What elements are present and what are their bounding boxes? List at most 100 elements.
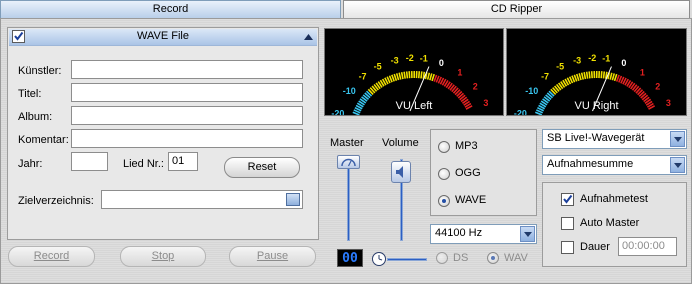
pause-button[interactable]: Pause: [229, 246, 316, 267]
tab-record[interactable]: Record: [0, 0, 341, 18]
track-input[interactable]: 01: [168, 152, 198, 171]
vu-scale-label: -2: [406, 53, 414, 63]
duration-checkbox[interactable]: [561, 241, 574, 254]
vu-scale-tick: [613, 73, 618, 82]
vu-meter-right: -20 -10 -7 -5 -3 -2 -1 0 1 2 3 VU Right: [506, 28, 687, 116]
clock-icon: [378, 255, 383, 261]
vu-scale-tick: [611, 73, 616, 81]
vu-scale-label: -1: [602, 54, 610, 64]
wave-file-panel: WAVE File Künstler: Titel: Album: Koment…: [7, 27, 319, 240]
vu-left-label: VU Left: [395, 100, 433, 112]
vu-scale-label: 2: [655, 82, 660, 92]
input-select[interactable]: Aufnahmesumme: [542, 155, 687, 175]
vu-scale-tick: [609, 72, 613, 80]
format-ogg-radio[interactable]: [438, 168, 450, 180]
vu-scale-tick: [585, 71, 589, 79]
vu-scale-tick: [575, 73, 580, 81]
master-slider[interactable]: [337, 155, 361, 245]
comment-label: Komentar:: [18, 134, 69, 146]
duration-input[interactable]: 00:00:00: [618, 237, 677, 256]
input-value: Aufnahmesumme: [547, 158, 634, 170]
format-group: MP3 OGG WAVE: [430, 129, 537, 216]
record-button[interactable]: Record: [8, 246, 95, 267]
format-mp3-label: MP3: [455, 140, 478, 152]
vu-scale-label: -7: [359, 72, 367, 82]
vu-scale-tick: [580, 72, 585, 80]
vu-meter-left: -20 -10 -7 -5 -3 -2 -1 0 1 2 3 VU Left: [324, 28, 504, 116]
artist-input[interactable]: [71, 60, 303, 79]
soundcard-value: SB Live!-Wavegerät: [547, 132, 645, 144]
title-input[interactable]: [71, 83, 303, 102]
vu-scale-tick: [590, 71, 593, 79]
artist-label: Künstler:: [18, 65, 62, 77]
collapse-icon[interactable]: [304, 34, 313, 40]
volume-slider[interactable]: [390, 155, 414, 245]
vu-scale-tick: [426, 72, 431, 80]
album-label: Album:: [18, 111, 53, 123]
vu-scale-label: 0: [621, 58, 626, 68]
vu-scale-tick: [400, 72, 404, 80]
reset-button[interactable]: Reset: [224, 157, 300, 178]
level-display: 00: [337, 249, 363, 267]
vu-scale-label: -2: [588, 53, 596, 63]
vu-scale-label: 1: [640, 67, 645, 77]
vu-scale-label: 1: [457, 67, 462, 77]
recording-test-label: Aufnahmetest: [580, 193, 648, 205]
timer-slider-track[interactable]: [387, 258, 427, 261]
stop-button-label: Stop: [151, 250, 175, 262]
duration-label: Dauer: [580, 241, 610, 253]
sample-rate-select[interactable]: 44100 Hz: [430, 224, 537, 244]
options-group: Aufnahmetest Auto Master Dauer 00:00:00: [542, 182, 687, 267]
chevron-down-icon[interactable]: [670, 131, 685, 147]
browse-folder-icon[interactable]: [286, 193, 300, 206]
vu-right-label: VU Right: [574, 100, 619, 112]
master-label: Master: [330, 137, 364, 149]
vu-scale-tick: [393, 73, 398, 81]
vu-scale-label: -5: [556, 62, 564, 72]
year-label: Jahr:: [18, 158, 43, 170]
vu-scale-tick: [403, 71, 406, 79]
auto-master-checkbox[interactable]: [561, 217, 574, 230]
gauge-icon: [341, 158, 356, 167]
tab-cd-ripper[interactable]: CD Ripper: [343, 0, 690, 18]
pause-button-label: Pause: [256, 250, 289, 262]
comment-input[interactable]: [71, 129, 303, 148]
wave-file-title: WAVE File: [137, 30, 189, 42]
vu-scale-label: 2: [473, 82, 478, 92]
vu-scale-tick: [431, 73, 435, 82]
vu-scale-label: -10: [343, 86, 356, 96]
vu-scale-tick: [578, 73, 582, 81]
soundcard-select[interactable]: SB Live!-Wavegerät: [542, 129, 687, 149]
vu-scale-tick: [420, 71, 423, 79]
master-slider-track: [347, 159, 350, 241]
timer-clock-icon[interactable]: [372, 252, 386, 266]
format-mp3-radio[interactable]: [438, 141, 450, 153]
speaker-icon: [396, 166, 403, 178]
vu-scale-tick: [602, 71, 606, 79]
format-wave-radio[interactable]: [438, 195, 450, 207]
timer-wav-radio[interactable]: [487, 252, 499, 264]
timer-ds-label: DS: [453, 252, 469, 264]
vu-scale-tick: [600, 71, 603, 79]
check-icon: [563, 194, 573, 204]
chevron-down-icon[interactable]: [520, 226, 535, 242]
target-dir-input[interactable]: [101, 190, 303, 209]
vu-scale-label: -5: [374, 62, 382, 72]
volume-label: Volume: [382, 137, 419, 149]
stop-button[interactable]: Stop: [120, 246, 206, 267]
chevron-down-icon[interactable]: [670, 157, 685, 173]
format-ogg-label: OGG: [455, 167, 481, 179]
year-input[interactable]: [71, 152, 108, 171]
record-button-label: Record: [33, 250, 70, 262]
album-input[interactable]: [71, 106, 303, 125]
recording-test-checkbox[interactable]: [561, 193, 574, 206]
wave-file-panel-header: WAVE File: [9, 29, 317, 46]
format-wave-label: WAVE: [455, 194, 487, 206]
vu-scale-tick: [398, 72, 402, 80]
volume-slider-thumb[interactable]: [391, 161, 411, 183]
vu-scale-tick: [405, 71, 409, 79]
timer-ds-radio[interactable]: [436, 252, 448, 264]
level-display-value: 00: [342, 251, 358, 266]
master-slider-thumb[interactable]: [337, 155, 360, 169]
title-label: Titel:: [18, 88, 42, 100]
